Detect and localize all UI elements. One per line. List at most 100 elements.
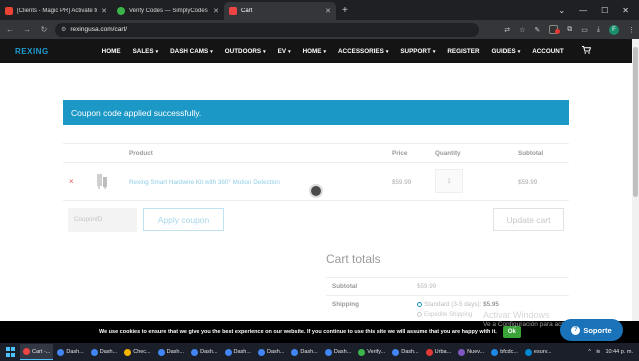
app-icon [425, 348, 433, 356]
windows-start-icon[interactable] [4, 346, 16, 358]
chevron-down-icon: ▾ [263, 48, 266, 55]
taskbar-label: Urba... [434, 349, 452, 355]
chevron-up-icon[interactable]: ^ [588, 349, 591, 355]
gmail-icon [5, 7, 13, 15]
app-icon [358, 348, 366, 356]
profile-avatar[interactable]: F [609, 24, 619, 35]
close-window-icon[interactable]: ✕ [622, 6, 629, 15]
taskbar-item[interactable]: Dash... [322, 344, 354, 360]
taskbar-item[interactable]: Cart -... [20, 344, 54, 360]
taskbar-item[interactable]: Dash... [389, 344, 421, 360]
address-bar[interactable]: ⚙ rexingusa.com/cart/ [55, 22, 479, 37]
rexing-icon [229, 7, 237, 15]
chevron-down-icon: ▾ [155, 48, 159, 55]
wifi-icon[interactable]: ≋ [596, 349, 601, 355]
coupon-code-input[interactable]: CouponID [68, 208, 137, 232]
taskbar-item[interactable]: Chec... [121, 344, 153, 360]
product-thumbnail[interactable] [94, 172, 110, 190]
nav-guides[interactable]: GUIDES ▾ [492, 48, 521, 55]
taskbar-item[interactable]: Dash... [54, 344, 86, 360]
taskbar-item[interactable]: Nuev... [455, 344, 487, 360]
taskbar-item[interactable]: Urba... [423, 344, 455, 360]
scrollbar-thumb[interactable] [633, 47, 638, 197]
nav-label: SALES [132, 47, 154, 55]
tab-search-icon[interactable]: ⌄ [558, 6, 565, 15]
sidebar-icon[interactable]: ▭ [581, 26, 588, 34]
nav-ev[interactable]: EV ▾ [278, 48, 291, 55]
browser-tab-cart[interactable]: Cart ✕ [224, 2, 336, 20]
taskbar-item[interactable]: Dash... [155, 344, 187, 360]
back-icon[interactable]: ← [4, 25, 16, 34]
app-icon [392, 348, 400, 356]
item-price: $59.99 [392, 179, 412, 186]
nav-accessories[interactable]: ACCESSORIES ▾ [338, 48, 388, 55]
browser-tab-gmail[interactable]: [Clients - Magic PR] Activate tu ✕ [0, 2, 112, 20]
nav-label: EV [277, 47, 287, 55]
extensions-puzzle-icon[interactable]: ⧉ [567, 26, 572, 34]
translate-icon[interactable]: ⇄ [504, 26, 510, 34]
taskbar-item[interactable]: Dash... [222, 344, 254, 360]
taskbar-item[interactable]: Dash... [288, 344, 320, 360]
update-cart-button[interactable]: Update cart [493, 208, 564, 231]
app-icon [191, 348, 199, 356]
shipping-option-expedite[interactable]: Expedite Shipping [417, 312, 472, 318]
download-icon[interactable]: ⤓ [597, 26, 600, 34]
new-tab-button[interactable]: + [336, 2, 354, 20]
nav-outdoors[interactable]: OUTDOORS ▾ [225, 48, 266, 55]
maximize-icon[interactable]: ☐ [601, 6, 608, 15]
page-scrollbar[interactable] [632, 39, 639, 321]
remove-item-button[interactable]: × [69, 177, 74, 186]
col-product: Product [129, 150, 153, 157]
nav-label: ACCESSORIES [338, 47, 384, 55]
close-tab-icon[interactable]: ✕ [325, 7, 331, 15]
nav-home[interactable]: HOME [102, 48, 121, 55]
cart-totals-heading: Cart totals [326, 252, 381, 266]
clock[interactable]: 10:44 p. m. [605, 349, 633, 355]
taskbar-item[interactable]: Dash... [188, 344, 220, 360]
forward-icon[interactable]: → [21, 25, 33, 34]
close-tab-icon[interactable]: ✕ [101, 7, 107, 15]
item-subtotal: $59.99 [518, 179, 538, 186]
taskbar-item[interactable]: esurv... [522, 344, 555, 360]
product-name-link[interactable]: Rexing Smart Hardwire Kit with 360° Moti… [129, 179, 280, 186]
close-tab-icon[interactable]: ✕ [213, 7, 219, 15]
system-tray: ^ ≋ 10:44 p. m. [588, 349, 639, 355]
extension-pen-icon[interactable]: ✎ [534, 26, 540, 34]
nav-register[interactable]: REGISTER [447, 48, 479, 55]
taskbar-item[interactable]: Verify... [355, 344, 388, 360]
cart-icon[interactable] [581, 46, 591, 56]
taskbar-label: Dash... [266, 349, 285, 355]
apply-coupon-button[interactable]: Apply coupon [143, 208, 224, 231]
shipping-option-standard[interactable]: Standard (3-5 days): $5.95 [417, 301, 499, 308]
nav-dash-cams[interactable]: DASH CAMS ▾ [170, 48, 213, 55]
taskbar-label: Dash... [99, 349, 118, 355]
nav-home-category[interactable]: HOME ▾ [303, 48, 326, 55]
taskbar-item[interactable]: Dash... [88, 344, 120, 360]
taskbar-item[interactable]: Dash... [255, 344, 287, 360]
nav-account[interactable]: ACCOUNT [532, 48, 563, 55]
app-icon [23, 348, 30, 355]
windows-taskbar: Cart -... Dash... Dash... Chec... Dash..… [0, 343, 639, 361]
minimize-icon[interactable]: — [579, 6, 587, 15]
app-icon [458, 348, 466, 356]
main-nav: HOME SALES ▾ DASH CAMS ▾ OUTDOORS ▾ EV ▾ HOM… [102, 46, 591, 56]
browser-tab-simplycodes[interactable]: Verify Codes — SimplyCodes ✕ [112, 2, 224, 20]
rexing-logo[interactable]: REXING [15, 47, 49, 56]
tab-title: Verify Codes — SimplyCodes [129, 8, 208, 14]
nav-sales[interactable]: SALES ▾ [133, 48, 159, 55]
subtotal-row: Subtotal $59.99 [326, 277, 569, 295]
reload-icon[interactable]: ↻ [38, 25, 50, 34]
toolbar-icons: ⇄ ☆ ✎ ⧉ ▭ ⤓ F ⋮ [504, 24, 635, 35]
bookmark-star-icon[interactable]: ☆ [519, 26, 525, 34]
site-info-icon[interactable]: ⚙ [61, 26, 66, 33]
taskbar-label: esurv... [533, 349, 552, 355]
radio-empty-icon[interactable] [417, 312, 422, 317]
nav-support[interactable]: SUPPORT ▾ [400, 48, 435, 55]
extension-icon[interactable] [549, 25, 561, 34]
quantity-input[interactable]: 1 [435, 169, 463, 193]
menu-icon[interactable]: ⋮ [628, 26, 635, 34]
radio-selected-icon[interactable] [417, 301, 422, 307]
shipping-option-label: Standard (3-5 days): [424, 301, 482, 308]
support-chat-button[interactable]: ? Soporte [560, 319, 623, 341]
taskbar-item[interactable]: bfcdc... [488, 344, 521, 360]
